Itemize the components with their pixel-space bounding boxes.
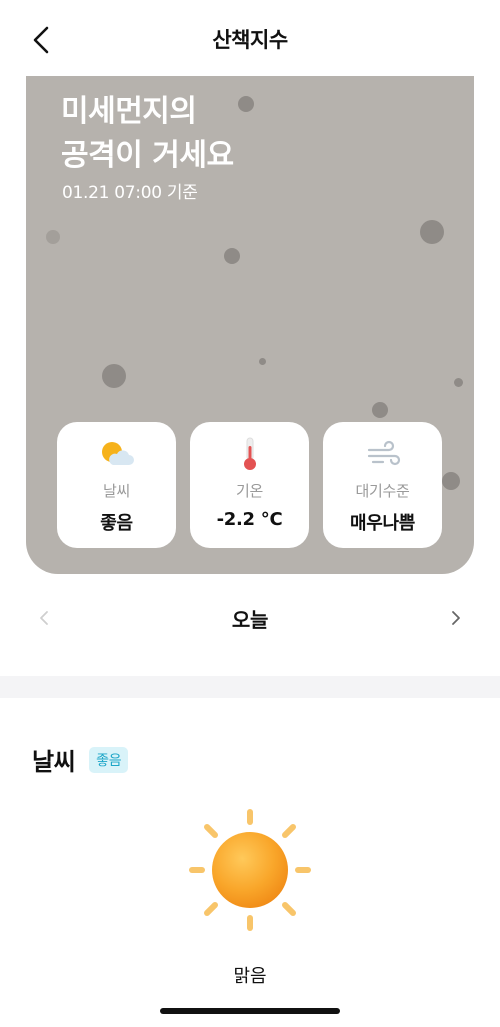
temperature-card[interactable]: 기온 -2.2 °C — [190, 422, 309, 548]
dust-particle — [46, 230, 60, 244]
day-navigator: 오늘 — [0, 594, 500, 642]
weather-section-header: 날씨 좋음 — [32, 742, 129, 777]
air-quality-card-value: 매우나쁨 — [349, 513, 416, 534]
weather-card-value: 좋음 — [100, 513, 133, 534]
air-quality-hero: 미세먼지의 공격이 거세요 01.21 07:00 기준 날씨 좋음 기온 -2… — [26, 76, 474, 574]
dust-particle — [259, 358, 266, 365]
weather-condition: 맑음 — [233, 966, 267, 987]
sun-cloud-icon — [99, 436, 135, 472]
weather-card-label: 날씨 — [102, 482, 130, 500]
chevron-right-icon — [452, 611, 460, 625]
app-header: 산책지수 — [0, 0, 500, 78]
dust-particle — [454, 378, 463, 387]
dust-particle — [372, 402, 388, 418]
summary-cards: 날씨 좋음 기온 -2.2 °C 대기수준 매우나쁨 — [57, 422, 443, 548]
dust-particle — [102, 364, 126, 388]
sun-icon — [180, 800, 320, 940]
status-badge: 좋음 — [89, 746, 129, 773]
wind-icon — [365, 436, 401, 472]
hero-headline: 미세먼지의 공격이 거세요 — [61, 90, 234, 178]
air-quality-card[interactable]: 대기수준 매우나쁨 — [323, 422, 442, 548]
previous-day-button[interactable] — [30, 604, 58, 632]
dust-particle — [224, 248, 240, 264]
dust-particle — [420, 220, 444, 244]
temperature-card-label: 기온 — [235, 482, 263, 500]
hero-timestamp: 01.21 07:00 기준 — [62, 183, 198, 203]
home-indicator[interactable] — [160, 1008, 340, 1014]
hero-headline-line1: 미세먼지의 — [61, 94, 197, 129]
dust-particle — [442, 472, 460, 490]
next-day-button[interactable] — [442, 604, 470, 632]
current-day-label: 오늘 — [231, 607, 269, 632]
chevron-left-icon — [40, 611, 48, 625]
chevron-left-icon — [33, 26, 49, 54]
dust-particle — [238, 96, 254, 112]
section-divider — [0, 676, 500, 698]
temperature-card-value: -2.2 °C — [216, 509, 283, 530]
weather-card[interactable]: 날씨 좋음 — [57, 422, 176, 548]
air-quality-card-label: 대기수준 — [355, 482, 410, 500]
thermometer-icon — [240, 436, 260, 472]
back-button[interactable] — [26, 22, 56, 58]
hero-headline-line2: 공격이 거세요 — [61, 138, 234, 173]
weather-section-title: 날씨 — [32, 748, 76, 776]
page-title: 산책지수 — [212, 28, 288, 52]
